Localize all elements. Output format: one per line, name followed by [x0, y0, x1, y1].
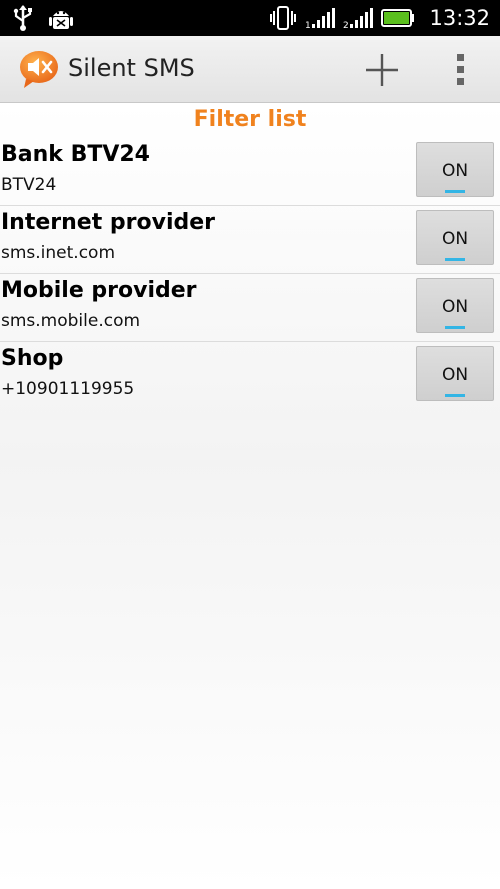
signal-1-icon: 1: [305, 8, 336, 30]
toggle-label: ON: [441, 229, 469, 249]
vibrate-icon: [270, 6, 297, 30]
list-item[interactable]: Shop +10901119955 ON: [0, 342, 500, 409]
toggle-button[interactable]: ON: [416, 210, 494, 265]
filter-list: Bank BTV24 BTV24 ON Internet provider sm…: [0, 138, 500, 409]
toggle-button[interactable]: ON: [416, 278, 494, 333]
item-address: BTV24: [1, 175, 57, 195]
toggle-button[interactable]: ON: [416, 346, 494, 401]
toggle-indicator: [445, 326, 465, 329]
toggle-button[interactable]: ON: [416, 142, 494, 197]
status-bar: 1 2 13:32: [0, 0, 500, 36]
item-name: Mobile provider: [1, 278, 197, 303]
action-bar: Silent SMS: [0, 36, 500, 104]
item-address: +10901119955: [1, 379, 135, 399]
toggle-label: ON: [441, 297, 469, 317]
content-area: Filter list Bank BTV24 BTV24 ON Internet…: [0, 103, 500, 889]
clock: 13:32: [429, 6, 490, 30]
item-address: sms.mobile.com: [1, 311, 141, 331]
toggle-indicator: [445, 394, 465, 397]
signal-2-icon: 2: [343, 8, 374, 30]
item-name: Shop: [1, 346, 64, 371]
toggle-indicator: [445, 190, 465, 193]
overflow-menu-icon[interactable]: [446, 50, 476, 90]
toggle-label: ON: [441, 365, 469, 385]
battery-icon: [381, 9, 415, 27]
muted-speaker-bubble-icon[interactable]: [18, 49, 60, 89]
section-title: Filter list: [193, 107, 307, 132]
add-icon[interactable]: [362, 50, 402, 90]
toggle-indicator: [445, 258, 465, 261]
item-name: Internet provider: [1, 210, 216, 235]
svg-text:1: 1: [305, 21, 311, 30]
svg-text:2: 2: [343, 21, 349, 30]
list-item[interactable]: Mobile provider sms.mobile.com ON: [0, 274, 500, 342]
toggle-label: ON: [441, 161, 469, 181]
list-item[interactable]: Bank BTV24 BTV24 ON: [0, 138, 500, 206]
list-item[interactable]: Internet provider sms.inet.com ON: [0, 206, 500, 274]
item-address: sms.inet.com: [1, 243, 116, 263]
android-debug-icon: [49, 11, 73, 29]
item-name: Bank BTV24: [1, 142, 150, 167]
app-title: Silent SMS: [68, 54, 195, 82]
usb-icon: [13, 5, 32, 31]
